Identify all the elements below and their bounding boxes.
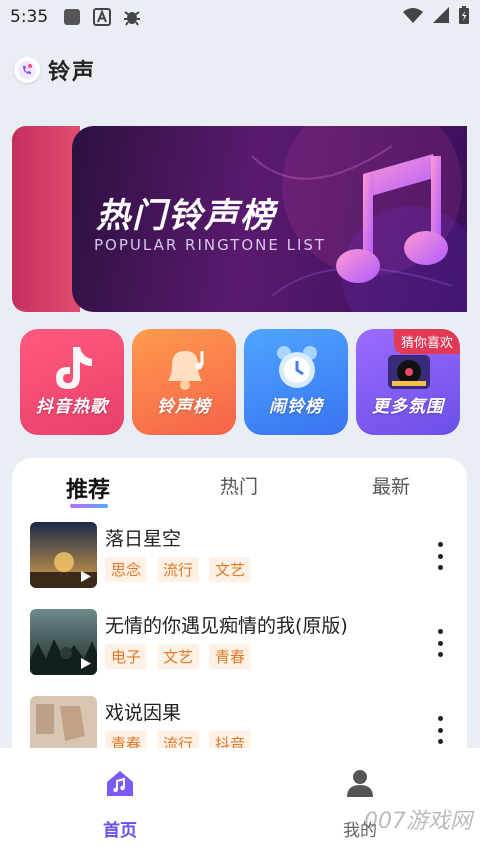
list-item[interactable]: 无情的你遇见痴情的我(原版) 电子 文艺 青春 — [30, 609, 450, 675]
play-icon[interactable] — [79, 570, 92, 583]
song-tag[interactable]: 文艺 — [209, 557, 252, 582]
active-tab-indicator — [70, 504, 108, 508]
song-tag[interactable]: 文艺 — [157, 644, 200, 669]
song-tag[interactable]: 抖音 — [209, 731, 252, 748]
battery-icon — [458, 5, 470, 30]
category-shortcuts: 抖音热歌 铃声榜 闹铃榜 猜你喜欢 更多氛围 — [20, 329, 460, 435]
more-options-icon[interactable] — [430, 629, 450, 657]
play-icon[interactable] — [79, 657, 92, 670]
banner-prev-slide[interactable] — [12, 126, 80, 312]
song-tag[interactable]: 青春 — [105, 731, 148, 748]
user-icon — [347, 770, 373, 797]
song-tags: 青春 流行 抖音 — [105, 731, 252, 748]
signal-icon — [432, 6, 450, 29]
banner-carousel[interactable]: 热门铃声榜 POPULAR RINGTONE LIST — [12, 126, 467, 312]
tab-recommended[interactable]: 推荐 — [66, 472, 110, 504]
more-options-icon[interactable] — [430, 716, 450, 744]
bug-icon — [122, 7, 142, 27]
tab-home-label: 首页 — [103, 821, 137, 841]
app-logo-icon — [14, 57, 40, 83]
song-tag[interactable]: 思念 — [105, 557, 148, 582]
wifi-icon — [402, 6, 424, 29]
notification-square-icon — [62, 7, 82, 27]
song-tags: 思念 流行 文艺 — [105, 557, 252, 582]
song-tag[interactable]: 流行 — [157, 557, 200, 582]
shortcut-label: 铃声榜 — [157, 397, 211, 417]
song-title: 戏说因果 — [105, 702, 182, 724]
song-title: 落日星空 — [105, 528, 182, 550]
list-item[interactable]: 戏说因果 青春 流行 抖音 — [30, 696, 450, 748]
banner-title: 热门铃声榜 — [96, 196, 276, 236]
list-tabs: 推荐 热门 最新 — [12, 458, 467, 514]
app-title: 铃声 — [48, 60, 97, 85]
bottom-tab-bar: 首页 我的 007游戏网 — [0, 748, 480, 855]
app-header: 铃声 — [14, 54, 96, 86]
song-cover[interactable] — [30, 609, 97, 675]
alarm-clock-icon — [277, 346, 317, 388]
banner-slide-popular-ringtone[interactable]: 热门铃声榜 POPULAR RINGTONE LIST — [72, 126, 467, 312]
app-a-icon — [92, 7, 112, 27]
shortcut-douyin-hot[interactable]: 抖音热歌 — [20, 329, 124, 435]
list-item[interactable]: 落日星空 思念 流行 文艺 — [30, 522, 450, 588]
tiktok-note-icon — [56, 347, 92, 389]
shortcut-label: 更多氛围 — [372, 397, 444, 417]
more-options-icon[interactable] — [430, 542, 450, 570]
cover-art — [30, 696, 97, 748]
song-tag[interactable]: 电子 — [105, 644, 148, 669]
status-bar: 5:35 — [0, 0, 480, 34]
watermark: 007游戏网 — [364, 809, 472, 834]
status-time: 5:35 — [10, 7, 49, 27]
ringtone-list-card: 推荐 热门 最新 落日星空 思念 流行 文艺 无情的你遇见痴情的我(原版) 电子… — [12, 458, 467, 748]
tab-hot[interactable]: 热门 — [220, 472, 258, 499]
shortcut-ringtone-chart[interactable]: 铃声榜 — [132, 329, 236, 435]
song-cover[interactable] — [30, 696, 97, 748]
music-note-icon — [336, 154, 448, 283]
song-tag[interactable]: 青春 — [209, 644, 252, 669]
bell-icon — [168, 351, 204, 390]
tab-latest[interactable]: 最新 — [372, 472, 410, 499]
shortcut-alarm-chart[interactable]: 闹铃榜 — [244, 329, 348, 435]
song-tags: 电子 文艺 青春 — [105, 644, 252, 669]
tab-home[interactable]: 首页 — [80, 766, 160, 841]
home-music-icon — [107, 771, 133, 796]
song-tag[interactable]: 流行 — [157, 731, 200, 748]
shortcut-label: 闹铃榜 — [269, 397, 323, 417]
shortcut-label: 抖音热歌 — [36, 397, 108, 417]
shortcut-more-ambience[interactable]: 猜你喜欢 更多氛围 — [356, 329, 460, 435]
song-cover[interactable] — [30, 522, 97, 588]
song-title: 无情的你遇见痴情的我(原版) — [105, 615, 348, 637]
banner-subtitle: POPULAR RINGTONE LIST — [94, 236, 327, 254]
shortcut-badge: 猜你喜欢 — [393, 329, 460, 354]
